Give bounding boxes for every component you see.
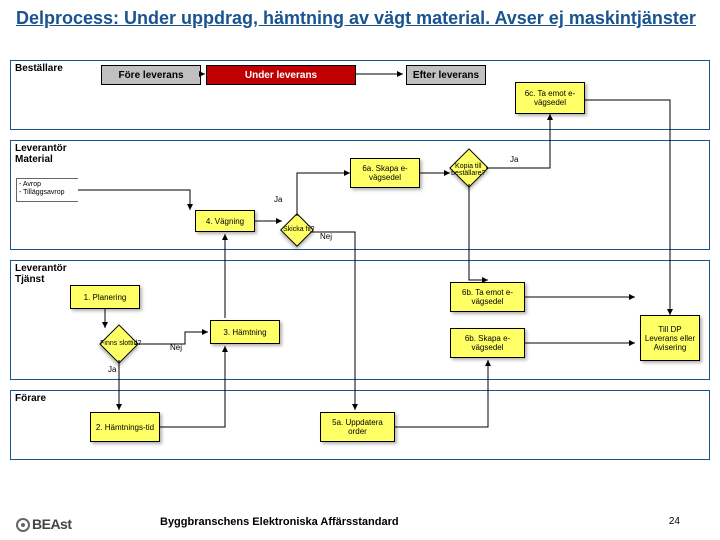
logo: BEAst [16,516,72,532]
box-dp: Till DP Leverans eller Avisering [640,315,700,361]
label-ja: Ja [274,195,282,204]
box-1: 1. Planering [70,285,140,309]
label-ja: Ja [108,365,116,374]
phase-after: Efter leverans [406,65,486,85]
bracket-avrop: - Avrop - Tilläggsavrop [16,178,78,202]
footer: BEAst Byggbranschens Elektroniska Affärs… [0,514,720,534]
box-5a: 5a. Uppdatera order [320,412,395,442]
page-title: Delprocess: Under uppdrag, hämtning av v… [0,0,720,32]
box-6b-sk: 6b. Skapa e-vägsedel [450,328,525,358]
box-6b-ta: 6b. Ta emot e-vägsedel [450,282,525,312]
logo-icon [16,518,30,532]
lane-leverantor-material: Leverantör Material [10,140,710,250]
lane-label: Beställare [15,63,63,74]
lane-bestallare: Beställare Före leverans Under leverans … [10,60,710,130]
phase-during: Under leverans [206,65,356,85]
page-number: 24 [669,516,680,527]
lane-label: Förare [15,393,46,404]
box-6c: 6c. Ta emot e-vägsedel [515,82,585,114]
box-2: 2. Hämtnings-tid [90,412,160,442]
label-nej: Nej [170,343,182,352]
swimlane-diagram: Beställare Före leverans Under leverans … [10,60,710,500]
box-4: 4. Vägning [195,210,255,232]
label-ja: Ja [510,155,518,164]
phase-before: Före leverans [101,65,201,85]
footer-text: Byggbranschens Elektroniska Affärsstanda… [160,516,399,528]
lane-leverantor-tjanst: Leverantör Tjänst [10,260,710,380]
box-6a: 6a. Skapa e-vägsedel [350,158,420,188]
box-3: 3. Hämtning [210,320,280,344]
lane-label: Leverantör Material [15,143,75,165]
label-nej: Nej [320,232,332,241]
lane-label: Leverantör Tjänst [15,263,75,285]
